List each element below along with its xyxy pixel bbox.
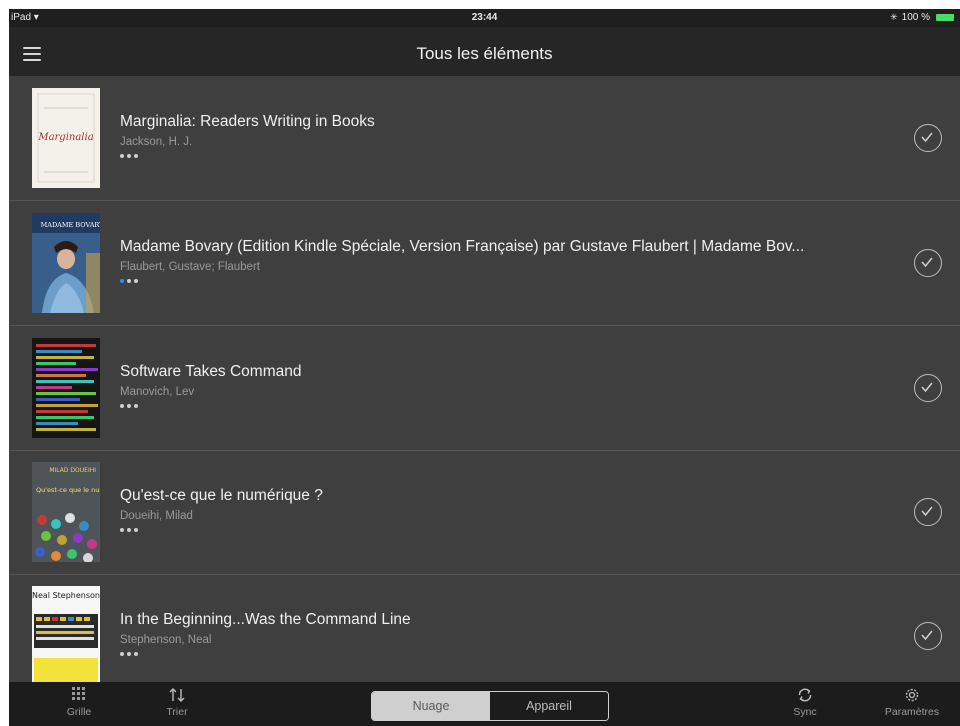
book-author: Jackson, H. J.: [120, 136, 193, 148]
sync-icon: [765, 686, 845, 706]
settings-label: Paramètres: [884, 706, 940, 718]
cover-title: MADAME BOVARY: [41, 221, 100, 229]
book-cover[interactable]: MILAD DOUEIHI Qu'est-ce que le numérique…: [32, 462, 100, 562]
list-item[interactable]: Marginalia Marginalia: Readers Writing i…: [9, 76, 960, 201]
device-tab[interactable]: Appareil: [490, 692, 608, 720]
status-right: ✳ 100 %: [890, 12, 954, 23]
book-title: Marginalia: Readers Writing in Books: [120, 113, 375, 130]
app-window: iPad ▾ 23:44 ✳ 100 % Tous les éléments M…: [9, 9, 960, 726]
page-title: Tous les éléments: [416, 44, 553, 63]
sync-button[interactable]: Sync: [765, 686, 845, 718]
book-title: Madame Bovary (Edition Kindle Spéciale, …: [120, 238, 805, 255]
gear-icon: [867, 686, 957, 706]
check-circle-icon[interactable]: [914, 124, 942, 152]
cover-title: Qu'est-ce que le numérique?: [36, 486, 100, 494]
more-icon[interactable]: [120, 404, 880, 410]
grid-label: Grille: [66, 706, 92, 718]
book-cover[interactable]: [32, 338, 100, 438]
more-icon[interactable]: [120, 279, 880, 285]
sort-icon: [137, 686, 217, 706]
list-item[interactable]: Software Takes Command Manovich, Lev: [9, 326, 960, 451]
sort-label: Trier: [166, 706, 188, 718]
book-cover[interactable]: MADAME BOVARY: [32, 213, 100, 313]
list-item[interactable]: MADAME BOVARY Madame Bovary (Edition Kin…: [9, 201, 960, 326]
sync-label: Sync: [793, 706, 817, 718]
book-cover[interactable]: Marginalia: [32, 88, 100, 188]
book-info: Marginalia: Readers Writing in Books Jac…: [120, 113, 880, 160]
book-info: Madame Bovary (Edition Kindle Spéciale, …: [120, 238, 880, 285]
grid-button[interactable]: Grille: [39, 686, 119, 718]
book-info: Qu'est-ce que le numérique ? Doueihi, Mi…: [120, 487, 880, 534]
book-author: Manovich, Lev: [120, 386, 195, 398]
check-circle-icon[interactable]: [914, 622, 942, 650]
sort-button[interactable]: Trier: [137, 686, 217, 718]
list-item[interactable]: MILAD DOUEIHI Qu'est-ce que le numérique…: [9, 450, 960, 575]
cover-author: MILAD DOUEIHI: [49, 467, 96, 474]
battery-percent: 100 %: [901, 12, 930, 23]
book-author: Flaubert, Gustave; Flaubert: [120, 261, 260, 273]
book-list: Marginalia Marginalia: Readers Writing i…: [9, 76, 960, 682]
source-segmented-control: Nuage Appareil: [371, 691, 609, 721]
more-icon[interactable]: [120, 154, 880, 160]
book-author: Doueihi, Milad: [120, 510, 193, 522]
list-item[interactable]: Neal Stephenson In the Beginning...Was t…: [9, 574, 960, 682]
check-circle-icon[interactable]: [914, 374, 942, 402]
grid-icon: [39, 686, 119, 706]
bottom-toolbar: Grille Trier Nuage Appareil Sync Paramèt…: [9, 682, 960, 726]
check-circle-icon[interactable]: [914, 249, 942, 277]
book-info: Software Takes Command Manovich, Lev: [120, 363, 880, 410]
cover-author: Neal Stephenson: [32, 591, 100, 600]
book-title: In the Beginning...Was the Command Line: [120, 611, 411, 628]
more-icon[interactable]: [120, 528, 880, 534]
book-title: Software Takes Command: [120, 363, 302, 380]
more-icon[interactable]: [120, 652, 880, 658]
book-cover[interactable]: Neal Stephenson: [32, 586, 100, 682]
bluetooth-icon: ✳: [890, 12, 898, 22]
status-bar: iPad ▾ 23:44 ✳ 100 %: [9, 9, 960, 27]
check-circle-icon[interactable]: [914, 498, 942, 526]
book-title: Qu'est-ce que le numérique ?: [120, 487, 323, 504]
battery-icon: [936, 14, 954, 21]
book-info: In the Beginning...Was the Command Line …: [120, 611, 880, 658]
cover-title: Marginalia: [37, 132, 93, 143]
book-author: Stephenson, Neal: [120, 634, 212, 646]
clock: 23:44: [471, 12, 498, 23]
settings-button[interactable]: Paramètres: [867, 686, 957, 718]
nav-bar: Tous les éléments: [9, 27, 960, 76]
cloud-tab[interactable]: Nuage: [372, 692, 490, 720]
